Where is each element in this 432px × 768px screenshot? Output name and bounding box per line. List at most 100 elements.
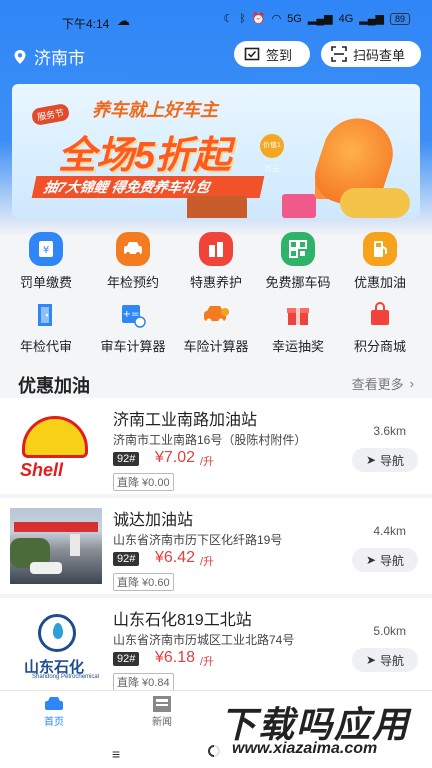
shell-logo: Shell	[10, 408, 102, 484]
menu-icon[interactable]: ≡	[112, 746, 120, 762]
service-inspection-calculator[interactable]: += 审车计算器	[90, 300, 176, 355]
service-label: 积分商城	[353, 339, 406, 354]
car-icon	[45, 697, 63, 710]
top-header: 济南市 签到 扫码查单	[0, 38, 432, 72]
station-card[interactable]: 山东石化 Shandong Petrochemical 山东石化819工北站 山…	[0, 598, 432, 694]
service-points-mall[interactable]: 积分商城	[337, 300, 423, 355]
service-label: 年检代审	[19, 339, 72, 354]
station-address: 济南市工业南路16号（股陈村附件）	[113, 433, 307, 447]
battery-icon: 89	[389, 12, 410, 25]
status-icons: ☾ ᛒ ⏰ ◠ 5G ▂▄▆ 4G ▂▄▆ 89	[223, 12, 410, 25]
price-unit: /升	[200, 556, 215, 568]
station-name: 诚达加油站	[113, 512, 194, 529]
tab-news-label: 新闻	[152, 717, 172, 728]
banner-strip: 抽7大锦鲤 得免费养车礼包	[31, 176, 265, 198]
station-photo	[10, 508, 102, 584]
service-label: 年检预约	[106, 275, 159, 290]
shandong-petrochemical-logo: 山东石化 Shandong Petrochemical	[10, 608, 102, 684]
moon-icon: ☾	[223, 13, 234, 25]
car-inspection-icon	[116, 232, 150, 266]
signal-5g: 5G	[287, 12, 302, 25]
station-address: 山东省济南市历下区化纤路19号	[113, 533, 283, 547]
banner-tag: 服务节	[30, 102, 71, 127]
station-distance: 5.0km	[373, 624, 406, 638]
shell-emblem	[22, 416, 88, 458]
fuel-grade-badge: 92#	[113, 552, 140, 566]
price-unit: /升	[200, 456, 215, 468]
tab-home-label: 首页	[44, 717, 64, 728]
gift-icon	[283, 300, 313, 330]
shopping-bag-icon	[365, 300, 395, 330]
sign-in-button[interactable]: 签到	[234, 41, 310, 67]
qr-code-icon	[281, 232, 315, 266]
city-selector[interactable]: 济南市	[12, 44, 85, 69]
service-label: 幸运抽奖	[271, 339, 324, 354]
calculator-icon: +=	[118, 300, 148, 330]
banner-strip-text: 抽7大锦鲤 得免费养车礼包	[42, 179, 212, 195]
cloud-icon: ☁	[117, 13, 130, 28]
door-icon	[31, 300, 61, 330]
station-card[interactable]: 诚达加油站 山东省济南市历下区化纤路19号 92# ¥6.42 /升 直降 ¥0…	[0, 498, 432, 594]
location-pin-icon	[14, 49, 26, 64]
service-label: 特惠养护	[189, 275, 242, 290]
navigate-button[interactable]: ➤ 导航	[352, 448, 418, 472]
signal-icon: ▂▄▆	[359, 13, 384, 25]
navigation-arrow-icon: ➤	[365, 653, 377, 667]
signal-icon: ▂▄▆	[307, 13, 333, 25]
scan-order-button[interactable]: 扫码查单	[321, 41, 421, 67]
navigate-button[interactable]: ➤ 导航	[352, 548, 418, 572]
view-more-link[interactable]: 查看更多 ›	[352, 374, 414, 393]
fuel-grade-badge: 92#	[113, 652, 140, 666]
maintenance-icon	[199, 232, 233, 266]
chevron-right-icon: ›	[409, 376, 414, 391]
service-label: 免费挪车码	[265, 275, 331, 290]
logo-subtext: Shandong Petrochemical	[32, 674, 100, 680]
navigate-button[interactable]: ➤ 导航	[352, 648, 418, 672]
coins-illustration	[340, 188, 410, 218]
promo-banner[interactable]: 服务节 养车就上好车主 全场5折起 价值1万元 抽7大锦鲤 得免费养车礼包	[12, 84, 420, 218]
price-drop: 直降 ¥0.00	[113, 473, 174, 491]
oil-drop-emblem	[38, 614, 76, 652]
service-fine-payment[interactable]: ¥ 罚单缴费	[3, 232, 89, 291]
price-drop: 直降 ¥0.60	[113, 573, 174, 591]
alarm-icon: ⏰	[251, 13, 266, 25]
sign-in-label: 签到	[266, 47, 293, 63]
service-label: 车险计算器	[183, 339, 249, 354]
service-grid: ¥ 罚单缴费 年检预约 特惠养护 免费挪车码 优惠加油 年检代审 += 审车计算…	[0, 226, 432, 360]
watermark-url: www.xiazaima.com	[232, 740, 378, 757]
tab-home[interactable]: 首页	[24, 695, 84, 728]
service-insurance-calculator[interactable]: 车险计算器	[173, 300, 259, 355]
banner-line2: 全场5折起	[58, 135, 232, 177]
status-bar: 下午4:14 ☁ ☾ ᛒ ⏰ ◠ 5G ▂▄▆ 4G ▂▄▆ 89	[0, 0, 432, 34]
status-time: 下午4:14	[62, 17, 110, 31]
service-move-car-code[interactable]: 免费挪车码	[255, 232, 341, 291]
station-card[interactable]: Shell 济南工业南路加油站 济南市工业南路16号（股陈村附件） 92# ¥7…	[0, 398, 432, 494]
fuel-grade-badge: 92#	[113, 452, 140, 466]
station-address: 山东省济南市历城区工业北路74号	[113, 633, 295, 647]
view-more-label: 查看更多	[351, 377, 404, 392]
price-unit: /升	[200, 656, 215, 668]
navigate-label: 导航	[380, 453, 405, 468]
service-inspection-proxy[interactable]: 年检代审	[3, 300, 89, 355]
watermark: 下载吗应用 www.xiazaima.com	[214, 694, 430, 766]
fuel-section-header: 优惠加油 查看更多 ›	[0, 368, 432, 398]
section-title: 优惠加油	[18, 376, 90, 396]
wifi-icon: ◠	[271, 13, 282, 25]
checkbox-icon	[244, 47, 260, 61]
navigate-label: 导航	[380, 653, 405, 668]
tab-news[interactable]: 新闻	[132, 695, 192, 728]
service-special-maintenance[interactable]: 特惠养护	[173, 232, 259, 291]
fuel-pump-icon	[363, 232, 397, 266]
service-inspection-booking[interactable]: 年检预约	[90, 232, 176, 291]
signal-4g: 4G	[338, 12, 354, 25]
treasure-chest-illustration	[187, 196, 247, 218]
service-lucky-draw[interactable]: 幸运抽奖	[255, 300, 341, 355]
city-name: 济南市	[34, 49, 85, 68]
navigation-arrow-icon: ➤	[365, 553, 377, 567]
station-name: 济南工业南路加油站	[113, 412, 258, 429]
banner-line1: 养车就上好车主	[92, 100, 218, 120]
svg-text:¥: ¥	[43, 245, 49, 256]
service-discount-fuel[interactable]: 优惠加油	[337, 232, 423, 291]
shell-logo-text: Shell	[20, 460, 64, 480]
banner-badge: 价值1万元	[260, 134, 284, 173]
